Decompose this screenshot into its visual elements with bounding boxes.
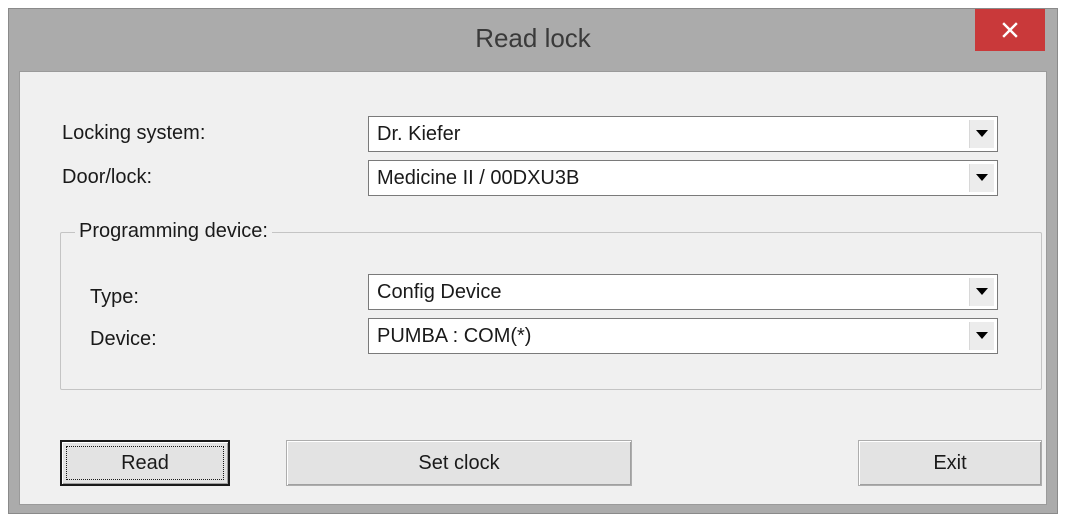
exit-button[interactable]: Exit xyxy=(858,440,1042,486)
chevron-down-icon xyxy=(976,288,988,295)
door-lock-label: Door/lock: xyxy=(62,166,153,188)
locking-system-value: Dr. Kiefer xyxy=(377,123,461,145)
chevron-down-icon xyxy=(976,174,988,181)
close-icon xyxy=(1002,22,1018,38)
type-dropdown-button[interactable] xyxy=(969,278,994,306)
type-value: Config Device xyxy=(377,281,502,303)
door-lock-value: Medicine II / 00DXU3B xyxy=(377,167,580,189)
read-lock-dialog: Read lock Locking system: Dr. Kiefer Doo… xyxy=(8,8,1058,514)
door-lock-dropdown-button[interactable] xyxy=(969,164,994,192)
device-label: Device: xyxy=(90,328,157,350)
locking-system-dropdown-button[interactable] xyxy=(969,120,994,148)
set-clock-button-label: Set clock xyxy=(418,451,500,474)
device-dropdown-button[interactable] xyxy=(969,322,994,350)
device-select[interactable]: PUMBA : COM(*) xyxy=(368,318,998,354)
type-select[interactable]: Config Device xyxy=(368,274,998,310)
set-clock-button[interactable]: Set clock xyxy=(286,440,632,486)
window-title: Read lock xyxy=(475,23,591,53)
programming-device-legend: Programming device: xyxy=(75,220,272,243)
chevron-down-icon xyxy=(976,130,988,137)
read-button[interactable]: Read xyxy=(60,440,230,486)
locking-system-label: Locking system: xyxy=(62,122,206,144)
exit-button-label: Exit xyxy=(933,451,967,474)
programming-device-group: Programming device: xyxy=(60,220,1042,390)
locking-system-select[interactable]: Dr. Kiefer xyxy=(368,116,998,152)
close-button[interactable] xyxy=(975,9,1045,51)
type-label: Type: xyxy=(90,286,139,308)
door-lock-select[interactable]: Medicine II / 00DXU3B xyxy=(368,160,998,196)
title-bar[interactable]: Read lock xyxy=(9,9,1057,71)
chevron-down-icon xyxy=(976,332,988,339)
dialog-client-area: Locking system: Dr. Kiefer Door/lock: Me… xyxy=(19,71,1047,505)
read-button-label: Read xyxy=(121,451,169,474)
device-value: PUMBA : COM(*) xyxy=(377,325,532,347)
